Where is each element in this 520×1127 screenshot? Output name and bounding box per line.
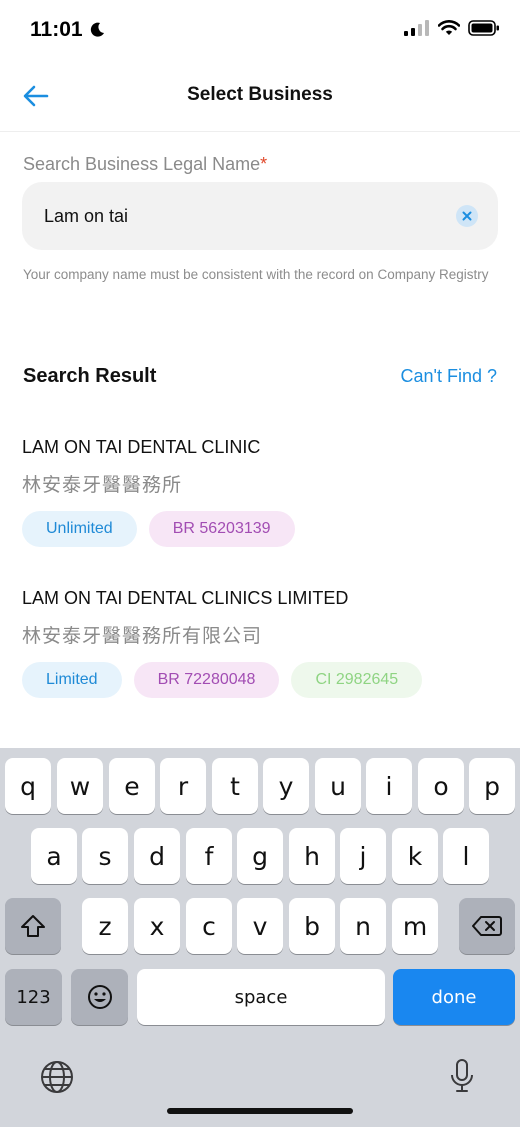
battery-icon (468, 20, 499, 36)
key-w[interactable]: w (57, 758, 103, 814)
key-x[interactable]: x (134, 898, 180, 954)
company-type-tag: Limited (22, 662, 122, 698)
result-name-zh: 林安泰牙醫醫務所 (22, 475, 183, 496)
search-hint: Your company name must be consistent wit… (23, 267, 489, 282)
result-tags: Unlimited BR 56203139 (22, 511, 502, 547)
done-key[interactable]: done (393, 969, 515, 1025)
search-input[interactable] (44, 182, 444, 250)
key-b[interactable]: b (289, 898, 335, 954)
key-l[interactable]: l (443, 828, 489, 884)
key-f[interactable]: f (186, 828, 232, 884)
cellular-signal-icon (404, 20, 429, 36)
key-h[interactable]: h (289, 828, 335, 884)
key-q[interactable]: q (5, 758, 51, 814)
key-e[interactable]: e (109, 758, 155, 814)
result-item[interactable]: LAM ON TAI DENTAL CLINICS LIMITED 林安泰牙醫醫… (22, 588, 502, 698)
key-m[interactable]: m (392, 898, 438, 954)
key-p[interactable]: p (469, 758, 515, 814)
search-field[interactable] (22, 182, 498, 250)
key-n[interactable]: n (340, 898, 386, 954)
status-bar: 11:01 (0, 0, 520, 62)
globe-icon[interactable] (40, 1060, 74, 1094)
result-name-zh: 林安泰牙醫醫務所有限公司 (22, 626, 263, 647)
navigation-bar: Select Business (0, 62, 520, 132)
key-k[interactable]: k (392, 828, 438, 884)
search-label-text: Search Business Legal Name (23, 154, 261, 174)
shift-key[interactable] (5, 898, 61, 954)
close-icon (462, 211, 472, 221)
result-name-en: LAM ON TAI DENTAL CLINICS LIMITED (22, 588, 349, 608)
keyboard: q w e r t y u i o p a s d f g h j k l z … (0, 748, 520, 1127)
required-mark: * (260, 154, 268, 174)
key-c[interactable]: c (186, 898, 232, 954)
emoji-key[interactable] (71, 969, 128, 1025)
key-o[interactable]: o (418, 758, 464, 814)
status-icons (404, 20, 500, 36)
shift-icon (21, 915, 45, 937)
result-item[interactable]: LAM ON TAI DENTAL CLINIC 林安泰牙醫醫務所 Unlimi… (22, 437, 502, 547)
backspace-icon (472, 916, 502, 936)
br-number-tag: BR 56203139 (148, 511, 295, 547)
numbers-key[interactable]: 123 (5, 969, 62, 1025)
key-r[interactable]: r (160, 758, 206, 814)
key-j[interactable]: j (340, 828, 386, 884)
key-g[interactable]: g (237, 828, 283, 884)
key-v[interactable]: v (237, 898, 283, 954)
br-number-tag: BR 72280048 (133, 662, 280, 698)
status-time-group: 11:01 (30, 18, 105, 42)
search-result-title: Search Result (23, 365, 157, 387)
key-t[interactable]: t (212, 758, 258, 814)
key-d[interactable]: d (134, 828, 180, 884)
emoji-icon (87, 985, 112, 1009)
key-a[interactable]: a (31, 828, 77, 884)
ci-number-tag: CI 2982645 (291, 662, 423, 698)
status-time: 11:01 (30, 18, 83, 41)
key-z[interactable]: z (82, 898, 128, 954)
search-label: Search Business Legal Name* (23, 154, 267, 175)
key-u[interactable]: u (315, 758, 361, 814)
key-i[interactable]: i (366, 758, 412, 814)
microphone-icon[interactable] (450, 1058, 474, 1094)
key-y[interactable]: y (263, 758, 309, 814)
cant-find-link[interactable]: Can't Find ? (401, 366, 498, 387)
result-name-en: LAM ON TAI DENTAL CLINIC (22, 437, 261, 457)
result-tags: Limited BR 72280048 CI 2982645 (22, 662, 502, 698)
delete-key[interactable] (459, 898, 515, 954)
page-title: Select Business (187, 84, 333, 105)
clear-search-button[interactable] (456, 205, 478, 227)
home-indicator (167, 1108, 353, 1114)
moon-icon (90, 22, 104, 37)
space-key[interactable]: space (137, 969, 385, 1025)
company-type-tag: Unlimited (22, 511, 137, 547)
key-s[interactable]: s (82, 828, 128, 884)
wifi-icon (438, 20, 460, 35)
